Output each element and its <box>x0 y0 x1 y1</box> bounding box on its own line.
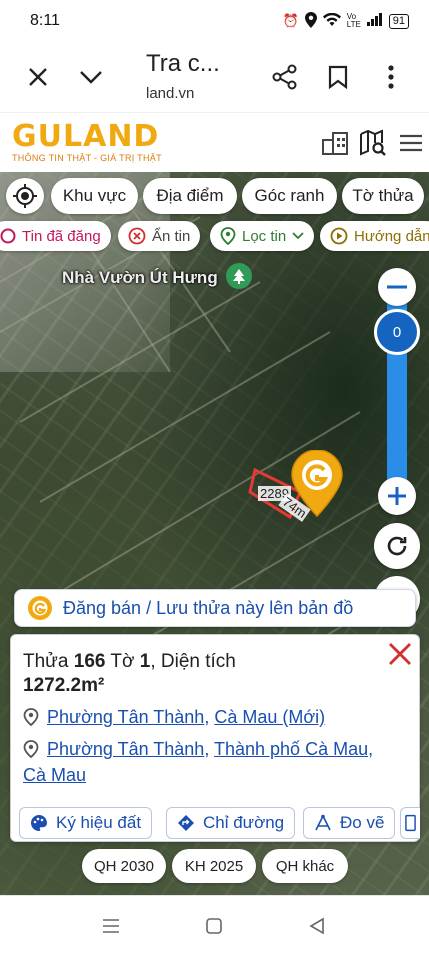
recent-apps-icon[interactable] <box>99 914 123 938</box>
menu-icon[interactable] <box>395 127 427 159</box>
plus-icon <box>388 487 406 505</box>
chevron-down-icon[interactable] <box>75 61 107 93</box>
refresh-icon <box>387 536 407 556</box>
guland-pin-icon <box>28 596 52 620</box>
crosshair-icon <box>13 184 37 208</box>
location-new: Phường Tân Thành, Cà Mau (Mới) <box>23 703 325 731</box>
status-bar: 8:11 ⏰ Vo LTE 91 <box>0 0 429 42</box>
option-huong-dan-label: Hướng dẫn <box>354 227 429 245</box>
location-new-province-link[interactable]: Cà Mau (Mới) <box>214 707 325 727</box>
location-old-province-link[interactable]: Cà Mau <box>23 765 86 785</box>
location-pin-icon <box>23 740 39 758</box>
system-nav-bar <box>0 895 429 954</box>
refresh-button[interactable] <box>374 523 420 569</box>
chevron-down-icon <box>292 232 304 240</box>
location-old-province: Cà Mau <box>23 761 86 789</box>
status-icons: ⏰ Vo LTE 91 <box>282 11 409 31</box>
guide-icon <box>330 227 348 245</box>
battery-icon: 91 <box>388 13 409 29</box>
directions-icon <box>178 815 194 831</box>
back-icon[interactable] <box>305 914 329 938</box>
share-icon[interactable] <box>269 61 301 93</box>
filter-to-thua[interactable]: Tờ thửa <box>342 178 424 214</box>
location-separator: , <box>204 707 215 727</box>
option-an-tin-label: Ẩn tin <box>152 227 191 245</box>
zoom-slider-track[interactable] <box>387 272 407 502</box>
location-old: Phường Tân Thành, Thành phố Cà Mau, <box>23 735 373 763</box>
site-header: GULAND THÔNG TIN THẬT - GIÁ TRỊ THẬT <box>0 112 429 172</box>
wifi-icon <box>322 12 341 30</box>
tree-icon[interactable] <box>226 263 252 289</box>
zoom-out-button[interactable] <box>378 268 416 306</box>
hide-icon <box>128 227 146 245</box>
parcel-info-card: Thửa 166 Tờ 1, Diện tích 1272.2m² Phường… <box>10 634 420 842</box>
alarm-icon: ⏰ <box>282 13 299 28</box>
parcel-title: Thửa 166 Tờ 1, Diện tích <box>23 651 236 673</box>
option-loc-tin-label: Lọc tin <box>242 227 287 245</box>
parcel-area-label: , Diện tích <box>150 651 236 672</box>
filter-khu-vuc[interactable]: Khu vực <box>51 178 138 214</box>
locate-button[interactable] <box>6 178 44 214</box>
plan-qh-khac-button[interactable]: QH khác <box>262 849 348 883</box>
filter-goc-ranh[interactable]: Góc ranh <box>242 178 337 214</box>
minus-icon <box>387 285 407 289</box>
map-search-icon[interactable] <box>357 127 389 159</box>
measure-icon <box>315 814 331 831</box>
bookmark-icon[interactable] <box>322 61 354 93</box>
option-an-tin[interactable]: Ẩn tin <box>118 221 201 251</box>
post-listing-banner[interactable]: Đăng bán / Lưu thửa này lên bản đồ <box>14 589 416 627</box>
parcel-to-label: Tờ <box>110 651 135 672</box>
close-card-button[interactable] <box>387 641 413 667</box>
pin-icon <box>220 227 236 245</box>
post-listing-label: Đăng bán / Lưu thửa này lên bản đồ <box>63 597 354 618</box>
location-old-ward-link[interactable]: Phường Tân Thành <box>47 739 204 759</box>
land-symbol-button[interactable]: Ký hiệu đất <box>19 807 153 839</box>
signal-icon <box>366 13 383 29</box>
building-icon[interactable] <box>319 127 351 159</box>
zoom-level-handle[interactable]: 0 <box>374 309 420 355</box>
parcel-thua-value: 166 <box>73 651 106 672</box>
option-tin-da-dang-label: Tin đã đăng <box>22 227 101 245</box>
home-icon[interactable] <box>202 914 226 938</box>
location-icon <box>304 11 317 31</box>
poi-label[interactable]: Nhà Vườn Út Hưng <box>62 268 218 288</box>
close-icon[interactable] <box>22 61 54 93</box>
location-old-city-link[interactable]: Thành phố Cà Mau <box>214 739 368 759</box>
option-huong-dan[interactable]: Hướng dẫn <box>320 221 429 251</box>
location-separator: , <box>368 739 374 759</box>
parcel-area-value: 1272.2m² <box>23 675 105 696</box>
option-tin-da-dang[interactable]: Tin đã đăng <box>0 221 111 251</box>
option-loc-tin[interactable]: Lọc tin <box>210 221 315 251</box>
parcel-to-value: 1 <box>139 651 151 672</box>
parcel-marker[interactable] <box>290 449 344 518</box>
logo[interactable]: GULAND <box>12 119 159 154</box>
plan-qh-2030-button[interactable]: QH 2030 <box>82 849 166 883</box>
filter-dia-diem[interactable]: Địa điểm <box>143 178 237 214</box>
land-symbol-label: Ký hiệu đất <box>56 813 142 832</box>
location-separator: , <box>204 739 214 759</box>
location-pin-icon <box>23 708 39 726</box>
measure-button[interactable]: Đo vẽ <box>303 807 396 839</box>
volte-label: Vo LTE <box>346 12 361 29</box>
browser-toolbar: Tra c... land.vn <box>0 42 429 112</box>
more-actions-button[interactable] <box>400 807 420 839</box>
location-new-ward-link[interactable]: Phường Tân Thành <box>47 707 204 727</box>
circle-icon <box>0 228 16 244</box>
directions-button[interactable]: Chỉ đường <box>166 807 296 839</box>
close-icon <box>389 643 411 665</box>
palette-icon <box>31 815 47 831</box>
logo-slogan: THÔNG TIN THẬT - GIÁ TRỊ THẬT <box>12 153 162 163</box>
more-vert-icon[interactable] <box>375 61 407 93</box>
document-icon <box>405 814 416 832</box>
parcel-thua-label: Thửa <box>23 651 69 672</box>
map-pin-icon <box>291 449 343 518</box>
status-time: 8:11 <box>30 12 60 29</box>
page-url[interactable]: land.vn <box>146 85 194 102</box>
plan-kh-2025-button[interactable]: KH 2025 <box>172 849 256 883</box>
page-title: Tra c... <box>146 50 220 77</box>
directions-label: Chỉ đường <box>203 813 285 832</box>
measure-label: Đo vẽ <box>340 813 385 832</box>
zoom-in-button[interactable] <box>378 477 416 515</box>
